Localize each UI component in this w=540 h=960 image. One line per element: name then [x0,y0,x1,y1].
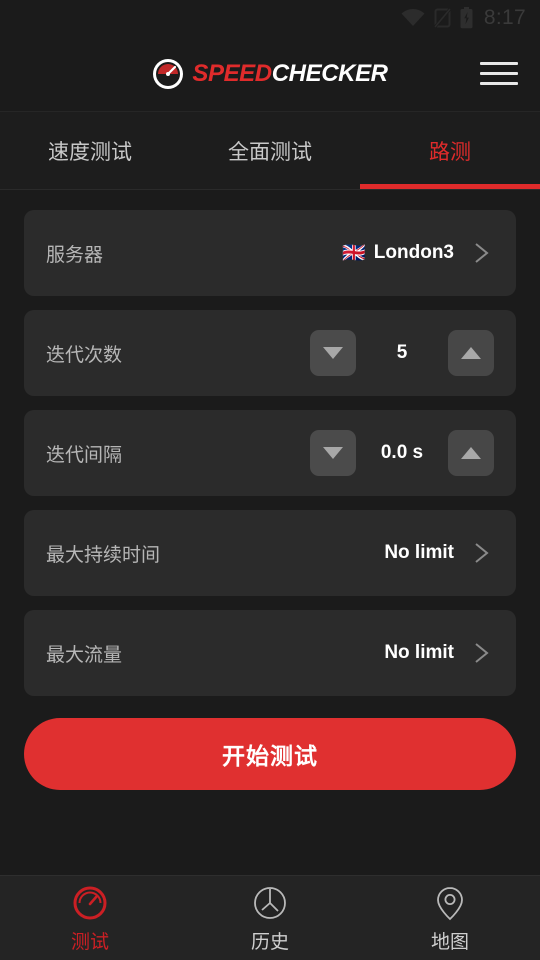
logo-text-secondary: CHECKER [271,59,388,87]
status-time: 8:17 [483,6,526,29]
nav-item-history[interactable]: 历史 [180,883,360,954]
setting-row-server[interactable]: 服务器 🇬🇧 London3 [24,210,516,296]
status-bar: 8:17 [0,0,540,36]
no-sim-icon [433,8,451,28]
battery-charging-icon [460,7,473,29]
triangle-down-icon [323,347,343,359]
chevron-right-icon [468,240,494,266]
setting-row-iterations: 迭代次数 5 [24,310,516,396]
triangle-down-icon [323,447,343,459]
bottom-navigation: 测试 历史 地图 [0,875,540,960]
nav-label-history: 历史 [250,931,289,953]
iterations-increment-button[interactable] [448,330,494,376]
nav-label-map: 地图 [430,931,469,953]
speedometer-icon [70,883,110,923]
map-pin-icon [430,883,470,923]
setting-row-max-traffic[interactable]: 最大流量 No limit [24,610,516,696]
interval-decrement-button[interactable] [310,430,356,476]
tab-bar: 速度测试 全面测试 路测 [0,112,540,190]
nav-item-test[interactable]: 测试 [0,883,180,954]
speedometer-logo-icon [152,58,184,90]
interval-label: 迭代间隔 [46,444,123,466]
settings-list: 服务器 🇬🇧 London3 迭代次数 5 迭代间隔 0.0 s 最大持续时间 … [0,190,540,875]
max-traffic-label: 最大流量 [46,644,123,666]
app-logo: SPEEDCHECKER [152,58,388,90]
nav-label-test: 测试 [70,931,109,953]
hamburger-menu-icon[interactable] [480,59,520,89]
hamburger-bar [480,62,518,65]
server-label: 服务器 [46,244,104,266]
iterations-label: 迭代次数 [46,344,123,366]
iterations-decrement-button[interactable] [310,330,356,376]
hamburger-bar [480,72,518,75]
iterations-value: 5 [396,342,408,363]
setting-row-max-duration[interactable]: 最大持续时间 No limit [24,510,516,596]
setting-row-interval: 迭代间隔 0.0 s [24,410,516,496]
app-root: 8:17 SPEEDCHECKER 速度测试 全面测试 路测 服务器 🇬🇧 Lo… [0,0,540,960]
max-duration-label: 最大持续时间 [46,544,161,566]
server-value: London3 [373,242,454,263]
uk-flag-icon: 🇬🇧 [342,242,366,264]
interval-stepper: 0.0 s [310,430,494,476]
max-traffic-value: No limit [384,642,454,663]
chevron-right-icon [468,540,494,566]
server-value-group: 🇬🇧 London3 [342,242,454,264]
interval-value: 0.0 s [380,442,424,463]
clock-icon [250,883,290,923]
app-header: SPEEDCHECKER [0,36,540,112]
chevron-right-icon [468,640,494,666]
iterations-stepper: 5 [310,330,494,376]
tab-road-test[interactable]: 路测 [360,112,540,189]
wifi-icon [401,9,425,27]
start-test-button[interactable]: 开始测试 [24,718,516,790]
triangle-up-icon [461,347,481,359]
interval-increment-button[interactable] [448,430,494,476]
tab-full-test[interactable]: 全面测试 [180,112,360,189]
triangle-up-icon [461,447,481,459]
hamburger-bar [480,82,518,85]
logo-text-primary: SPEED [192,59,272,87]
nav-item-map[interactable]: 地图 [360,883,540,954]
tab-speed-test[interactable]: 速度测试 [0,112,180,189]
max-duration-value: No limit [384,542,454,563]
